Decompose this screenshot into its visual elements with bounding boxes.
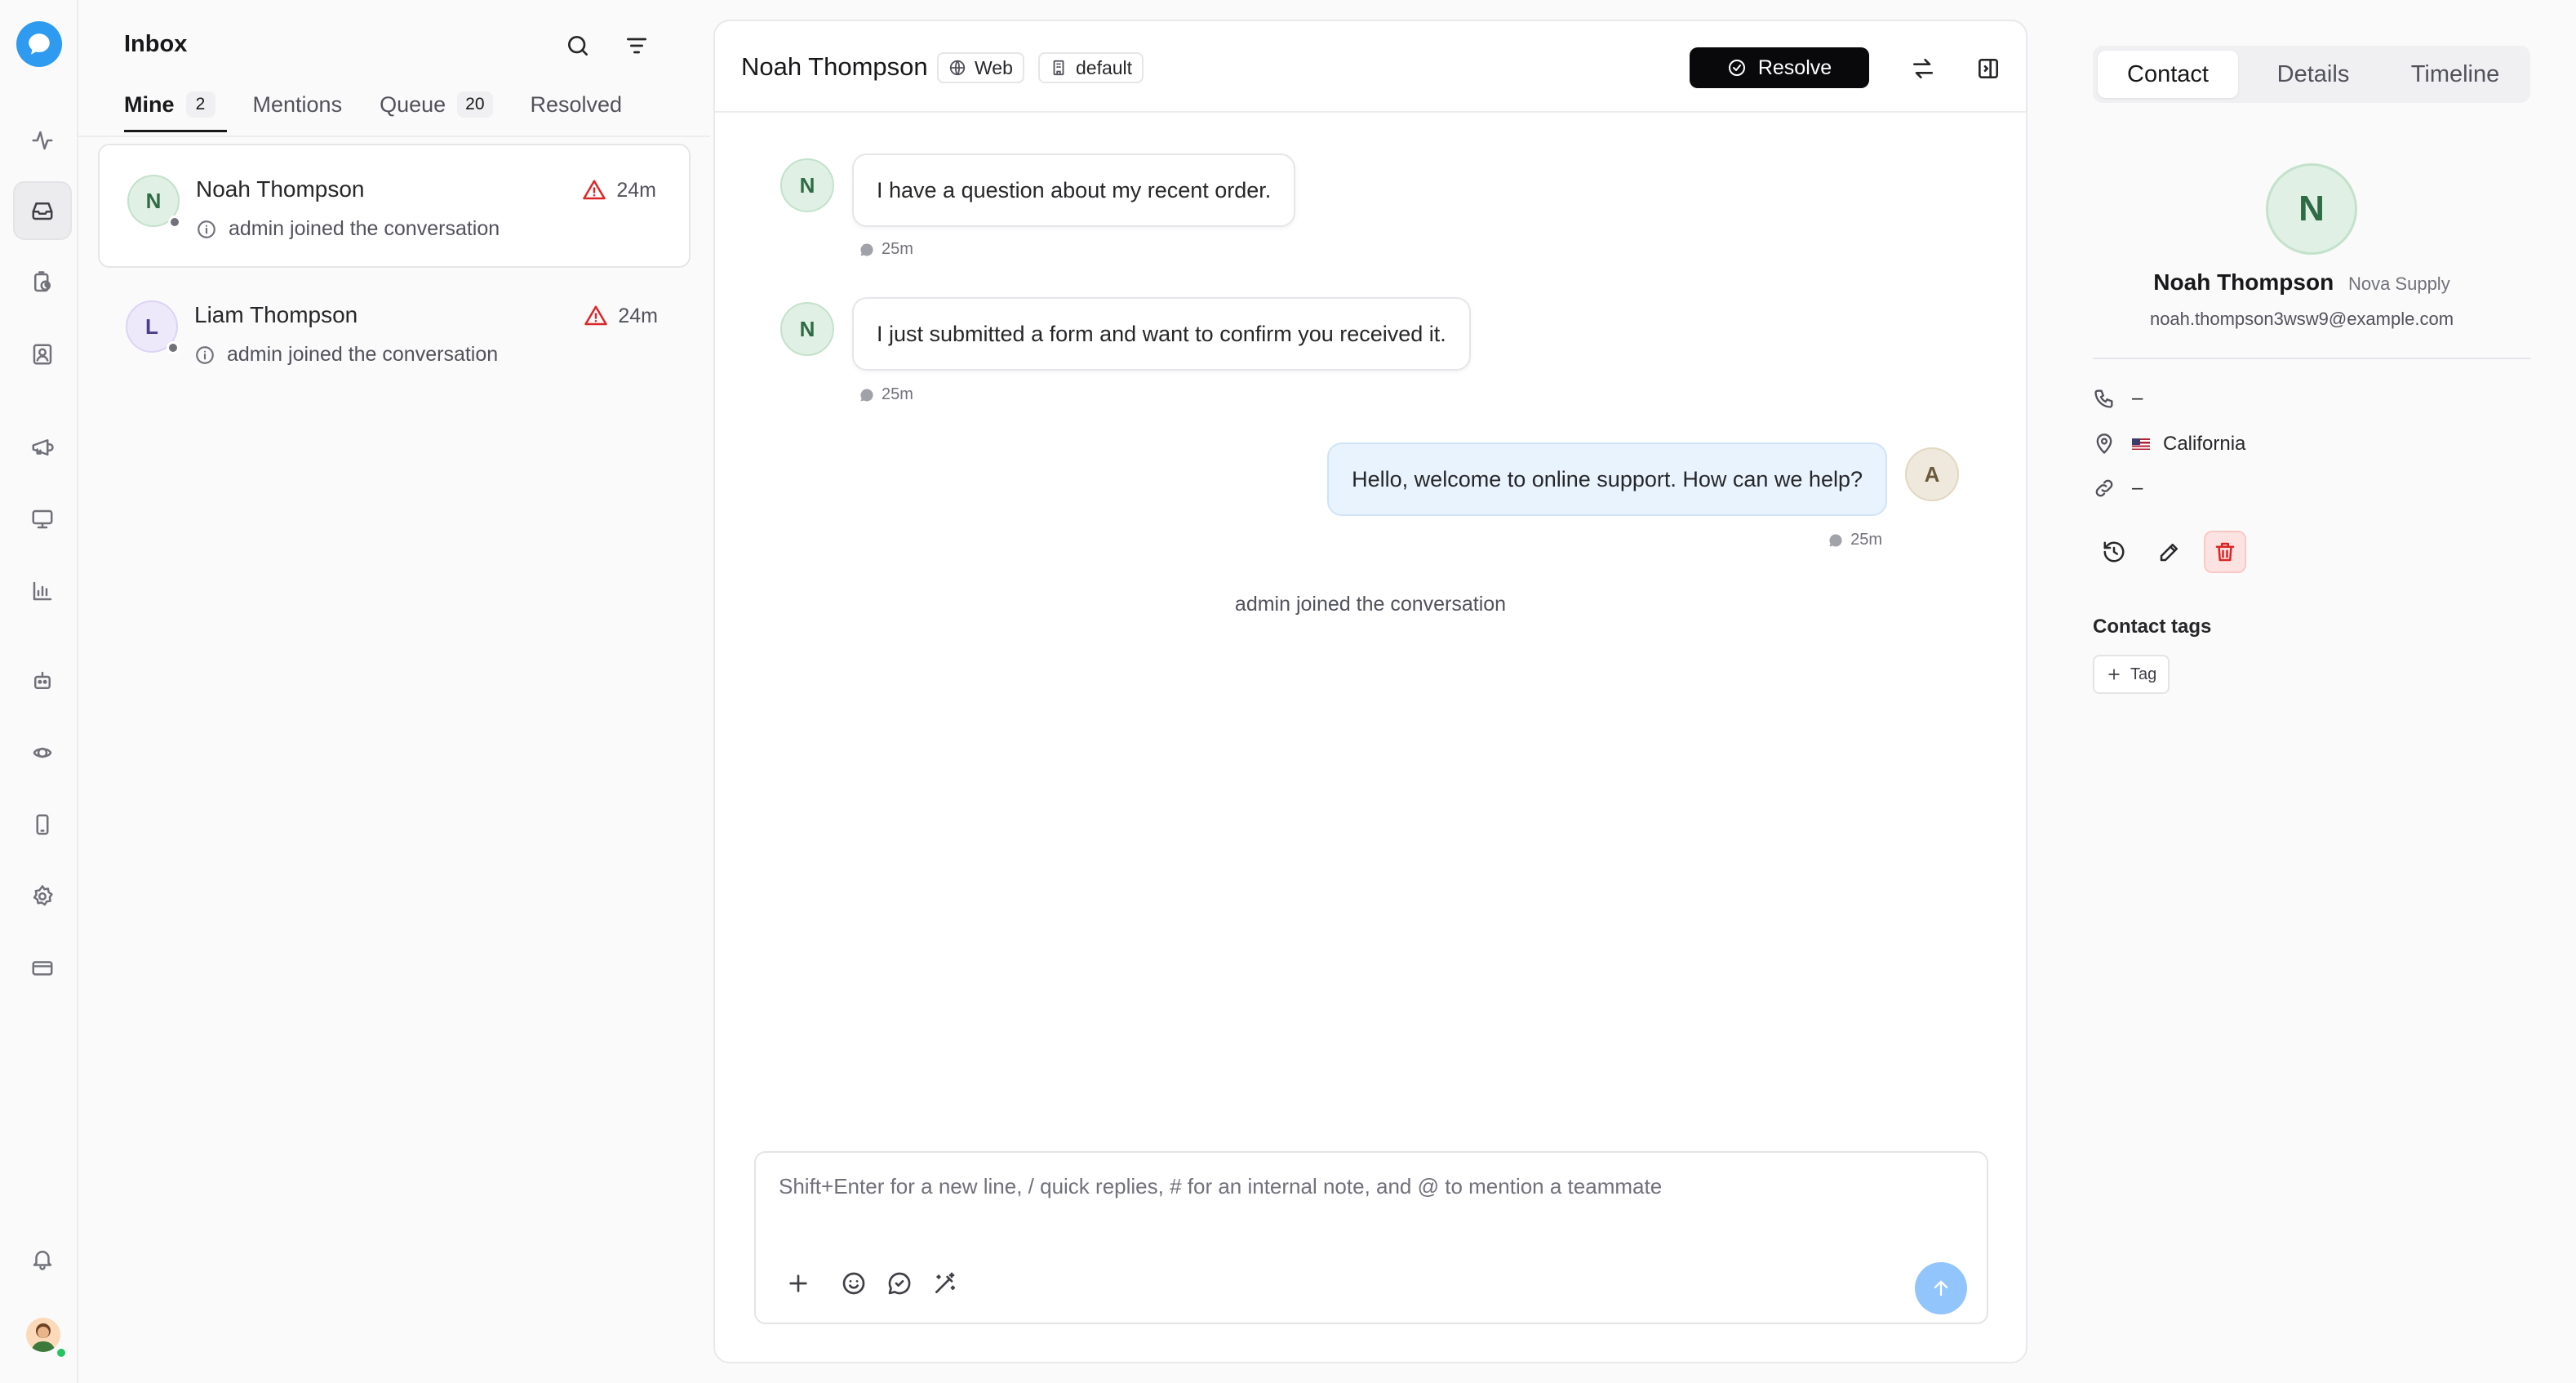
avatar: N: [780, 158, 834, 212]
link-icon: [2093, 477, 2116, 500]
tab-contact[interactable]: Contact: [2098, 51, 2238, 98]
user-avatar[interactable]: [26, 1318, 60, 1352]
clock-icon[interactable]: [13, 253, 72, 312]
tab-resolved[interactable]: Resolved: [531, 85, 623, 132]
online-status-indicator: [56, 1347, 67, 1359]
message-timestamp: 25m: [859, 240, 913, 259]
inbox-icon[interactable]: [13, 181, 72, 240]
emoji-icon[interactable]: [836, 1265, 872, 1301]
activity-icon[interactable]: [13, 111, 72, 170]
conversation-header: Noah Thompson Web default Resolve: [715, 21, 2026, 113]
message-timestamp: 25m: [859, 385, 913, 404]
composer-placeholder[interactable]: Shift+Enter for a new line, / quick repl…: [779, 1174, 1662, 1199]
conversation-list-panel: Inbox Mine 2 Mentions Queue 20 Resolved …: [78, 0, 710, 1383]
contact-tags-heading: Contact tags: [2093, 616, 2212, 638]
contact-name: Noah Thompson: [2153, 269, 2334, 295]
bot-icon[interactable]: [13, 651, 72, 710]
mine-count-badge: 2: [185, 91, 215, 118]
chat-bubble-icon: [1828, 532, 1844, 549]
location-pin-icon: [2093, 433, 2116, 456]
globe-icon: [948, 59, 966, 77]
presence-dot: [167, 341, 180, 354]
primary-sidebar: [0, 0, 78, 1383]
info-icon: [194, 345, 215, 366]
conversation-item[interactable]: N Noah Thompson 24m admin joined the con…: [98, 144, 691, 268]
app-logo-icon[interactable]: [16, 21, 62, 67]
conversation-preview: admin joined the conversation: [194, 343, 498, 367]
contact-phone-row: –: [2093, 387, 2143, 410]
contact-avatar: N: [2266, 163, 2357, 255]
bell-icon[interactable]: [13, 1230, 72, 1288]
campaigns-icon[interactable]: [13, 418, 72, 477]
mobile-icon[interactable]: [13, 795, 72, 854]
contact-website-row: –: [2093, 477, 2143, 500]
settings-icon[interactable]: [13, 867, 72, 926]
delete-contact-button[interactable]: [2204, 531, 2246, 573]
message-composer[interactable]: Shift+Enter for a new line, / quick repl…: [754, 1151, 1988, 1324]
contact-location-row: California: [2093, 433, 2245, 456]
agent-avatar: A: [1905, 447, 1959, 501]
tab-details[interactable]: Details: [2243, 51, 2383, 98]
billing-icon[interactable]: [13, 939, 72, 998]
phone-icon: [2093, 387, 2116, 410]
divider: [2093, 358, 2530, 359]
avatar: N: [780, 302, 834, 356]
quick-reply-icon[interactable]: [882, 1265, 917, 1301]
send-button[interactable]: [1915, 1262, 1967, 1314]
edit-contact-button[interactable]: [2148, 531, 2191, 573]
magic-wand-icon[interactable]: [927, 1265, 963, 1301]
contacts-icon[interactable]: [13, 325, 72, 384]
building-icon: [1050, 59, 1068, 77]
conversation-title: Noah Thompson: [741, 52, 928, 81]
message-bubble: Hello, welcome to online support. How ca…: [1327, 442, 1887, 516]
conversation-time: 24m: [584, 304, 658, 328]
tab-mentions[interactable]: Mentions: [253, 85, 343, 132]
attach-icon[interactable]: [780, 1265, 816, 1301]
inbox-tabs: Mine 2 Mentions Queue 20 Resolved: [124, 85, 660, 132]
tabs-divider: [78, 136, 710, 137]
presence-dot: [168, 216, 181, 229]
queue-count-badge: 20: [457, 91, 493, 118]
plus-icon: [2106, 666, 2122, 683]
monitor-icon[interactable]: [13, 490, 72, 549]
tab-queue[interactable]: Queue 20: [380, 85, 493, 132]
add-tag-button[interactable]: Tag: [2093, 655, 2170, 694]
tab-timeline[interactable]: Timeline: [2385, 51, 2525, 98]
inbox-title: Inbox: [124, 31, 188, 57]
resolve-button[interactable]: Resolve: [1690, 47, 1869, 88]
toggle-sidebar-icon[interactable]: [1970, 51, 2006, 87]
warning-icon: [582, 178, 606, 202]
system-message: admin joined the conversation: [1234, 593, 1507, 616]
reports-icon[interactable]: [13, 562, 72, 620]
chat-bubble-icon: [859, 387, 875, 403]
contact-panel: Contact Details Timeline N Noah Thompson…: [2027, 0, 2576, 1383]
conversation-item[interactable]: L Liam Thompson 24m admin joined the con…: [98, 271, 691, 395]
info-icon: [196, 219, 217, 240]
check-circle-icon: [1727, 58, 1747, 78]
contact-email: noah.thompson3wsw9@example.com: [2149, 309, 2454, 329]
conversation-preview: admin joined the conversation: [196, 217, 500, 241]
transfer-icon[interactable]: [1905, 51, 1941, 87]
contact-panel-tabs: Contact Details Timeline: [2093, 46, 2530, 103]
integrations-icon[interactable]: [13, 723, 72, 782]
conversation-panel: Noah Thompson Web default Resolve N I ha…: [713, 20, 2027, 1363]
conversation-contact-name: Liam Thompson: [194, 302, 358, 327]
contact-company: Nova Supply: [2347, 273, 2450, 294]
warning-icon: [584, 304, 608, 328]
tab-mine[interactable]: Mine 2: [124, 85, 226, 132]
message-bubble: I have a question about my recent order.: [852, 153, 1296, 227]
us-flag-icon: [2132, 438, 2150, 450]
inbox-badge: default: [1038, 52, 1144, 83]
message-bubble: I just submitted a form and want to conf…: [852, 297, 1471, 371]
channel-badge: Web: [937, 52, 1024, 83]
history-button[interactable]: [2093, 531, 2135, 573]
filter-icon[interactable]: [620, 29, 653, 62]
message-timestamp: 25m: [1828, 531, 1882, 549]
conversation-contact-name: Noah Thompson: [196, 176, 365, 202]
contact-heading: Noah Thompson Nova Supply: [2027, 269, 2576, 296]
conversation-time: 24m: [582, 178, 656, 202]
search-icon[interactable]: [562, 29, 594, 62]
chat-bubble-icon: [859, 242, 875, 258]
